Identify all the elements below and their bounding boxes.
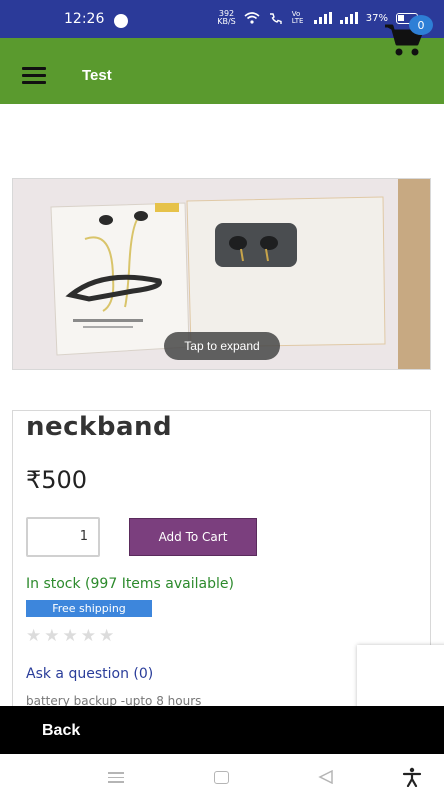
- product-price: ₹500: [26, 466, 88, 494]
- back-icon[interactable]: [318, 770, 334, 784]
- quantity-input[interactable]: 1: [26, 517, 100, 557]
- home-icon[interactable]: [214, 771, 229, 784]
- recents-icon[interactable]: [108, 772, 124, 784]
- stock-status: In stock (997 Items available): [26, 576, 234, 592]
- product-title: neckband: [26, 412, 173, 442]
- ask-question-link[interactable]: Ask a question (0): [26, 666, 153, 682]
- system-nav-bar: [0, 754, 444, 800]
- network-speed: 392 KB/S: [217, 10, 236, 26]
- app-title: Test: [82, 67, 112, 84]
- tap-to-expand-button[interactable]: Tap to expand: [164, 332, 280, 360]
- star-icon: ★: [99, 626, 115, 646]
- wifi-icon: [244, 12, 260, 24]
- star-icon: ★: [44, 626, 60, 646]
- floating-widget[interactable]: [357, 645, 444, 710]
- star-icon: ★: [26, 626, 42, 646]
- notification-icon: [114, 14, 128, 28]
- add-to-cart-button[interactable]: Add To Cart: [129, 518, 257, 556]
- signal-icon-1: [313, 12, 332, 24]
- app-bar: Test: [0, 38, 444, 104]
- accessibility-icon[interactable]: [402, 767, 422, 787]
- star-icon: ★: [62, 626, 78, 646]
- back-button[interactable]: Back: [42, 722, 80, 740]
- network-speed-unit: KB/S: [217, 17, 236, 26]
- volte-label: Vo LTE: [291, 10, 304, 25]
- free-shipping-badge: Free shipping: [26, 600, 152, 617]
- back-bar[interactable]: Back: [0, 706, 444, 754]
- status-time: 12:26: [64, 11, 105, 27]
- status-bar: 12:26 392 KB/S Vo LTE 37%: [0, 0, 444, 38]
- call-icon: [269, 13, 282, 24]
- menu-icon[interactable]: [22, 67, 46, 84]
- rating-stars[interactable]: ★ ★ ★ ★ ★: [26, 626, 114, 646]
- cart-count-badge: 0: [409, 15, 433, 35]
- signal-icon-2: [339, 12, 358, 24]
- star-icon: ★: [80, 626, 96, 646]
